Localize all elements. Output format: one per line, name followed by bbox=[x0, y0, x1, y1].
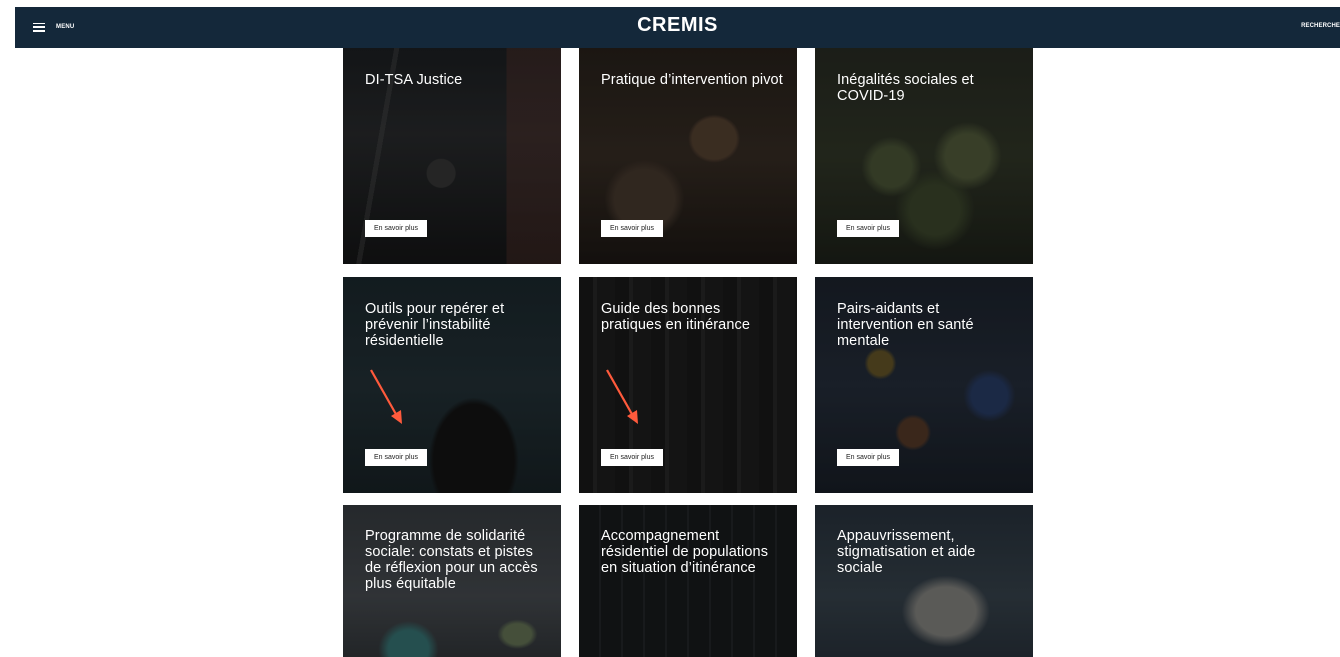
site-header: MENU CREMIS RECHERCHE bbox=[15, 7, 1340, 48]
card-pratique-intervention-pivot[interactable]: Pratique d’intervention pivot En savoir … bbox=[579, 48, 797, 264]
card-inegalites-sociales-covid[interactable]: Inégalités sociales et COVID-19 En savoi… bbox=[815, 48, 1033, 264]
project-grid: DI-TSA Justice En savoir plus Pratique d… bbox=[343, 48, 1033, 657]
en-savoir-plus-button[interactable]: En savoir plus bbox=[837, 449, 899, 466]
card-pairs-aidants-sante-mentale[interactable]: Pairs-aidants et intervention en santé m… bbox=[815, 277, 1033, 493]
hamburger-icon bbox=[33, 22, 45, 32]
card-accompagnement-residentiel[interactable]: Accompagnement résidentiel de population… bbox=[579, 505, 797, 657]
en-savoir-plus-button[interactable]: En savoir plus bbox=[837, 220, 899, 237]
en-savoir-plus-button[interactable]: En savoir plus bbox=[365, 220, 427, 237]
card-programme-solidarite-sociale[interactable]: Programme de solidarité sociale: constat… bbox=[343, 505, 561, 657]
card-title: Guide des bonnes pratiques en itinérance bbox=[601, 301, 751, 333]
card-outils-instabilite-residentielle[interactable]: Outils pour repérer et prévenir l’instab… bbox=[343, 277, 561, 493]
site-logo[interactable]: CREMIS bbox=[637, 14, 718, 37]
en-savoir-plus-button[interactable]: En savoir plus bbox=[601, 220, 663, 237]
menu-button[interactable]: MENU bbox=[33, 19, 74, 35]
card-title: Accompagnement résidentiel de population… bbox=[601, 528, 769, 576]
en-savoir-plus-button[interactable]: En savoir plus bbox=[365, 449, 427, 466]
card-title: Pairs-aidants et intervention en santé m… bbox=[837, 301, 974, 349]
card-appauvrissement-stigmatisation[interactable]: Appauvrissement, stigmatisation et aide … bbox=[815, 505, 1033, 657]
en-savoir-plus-button[interactable]: En savoir plus bbox=[601, 449, 663, 466]
page: MENU CREMIS RECHERCHE DI-TSA Justice En … bbox=[0, 0, 1340, 657]
menu-label: MENU bbox=[56, 24, 75, 30]
card-title: Programme de solidarité sociale: constat… bbox=[365, 528, 538, 592]
card-title: Pratique d’intervention pivot bbox=[601, 72, 783, 88]
search-link[interactable]: RECHERCHE bbox=[1301, 23, 1340, 29]
card-guide-bonnes-pratiques-itinerance[interactable]: Guide des bonnes pratiques en itinérance… bbox=[579, 277, 797, 493]
card-di-tsa-justice[interactable]: DI-TSA Justice En savoir plus bbox=[343, 48, 561, 264]
card-title: DI-TSA Justice bbox=[365, 72, 463, 88]
card-title: Appauvrissement, stigmatisation et aide … bbox=[837, 528, 976, 576]
card-title: Inégalités sociales et COVID-19 bbox=[837, 72, 974, 104]
card-title: Outils pour repérer et prévenir l’instab… bbox=[365, 301, 505, 349]
